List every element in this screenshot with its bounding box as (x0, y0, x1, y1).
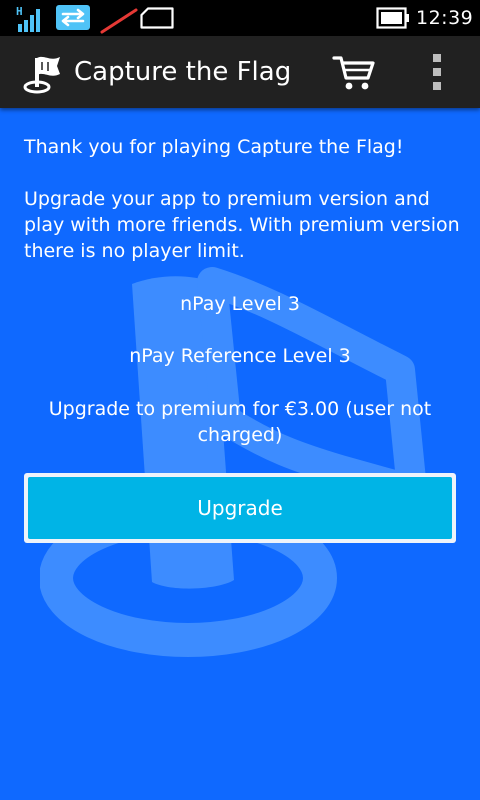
app-screen: H 12:39 Capture the Flag Thank you for p… (0, 0, 480, 800)
wifi-off-icon (100, 8, 138, 34)
upgrade-button[interactable]: Upgrade (24, 473, 456, 543)
action-bar: Capture the Flag (0, 36, 480, 108)
upgrade-button-label: Upgrade (28, 477, 452, 539)
status-bar: H 12:39 (0, 0, 480, 36)
sim-icon (140, 7, 174, 29)
npay-reference-level-text: nPay Reference Level 3 (129, 345, 351, 367)
watermark-logo-icon (40, 267, 427, 657)
price-info-text: Upgrade to premium for €3.00 (user not c… (48, 398, 432, 446)
shopping-cart-icon[interactable] (330, 52, 378, 92)
battery-icon (376, 7, 409, 29)
app-title: Capture the Flag (74, 57, 292, 87)
upgrade-pitch-text: Upgrade your app to premium version and … (24, 188, 460, 262)
network-type-label: H (16, 5, 23, 18)
flag-logo-icon[interactable] (22, 50, 64, 94)
overflow-menu-icon[interactable] (424, 50, 452, 94)
npay-level-text: nPay Level 3 (180, 293, 300, 315)
data-transfer-icon (56, 5, 90, 30)
thank-you-text: Thank you for playing Capture the Flag! (24, 136, 404, 158)
status-bar-time: 12:39 (416, 7, 474, 29)
signal-icon: H (16, 5, 40, 32)
